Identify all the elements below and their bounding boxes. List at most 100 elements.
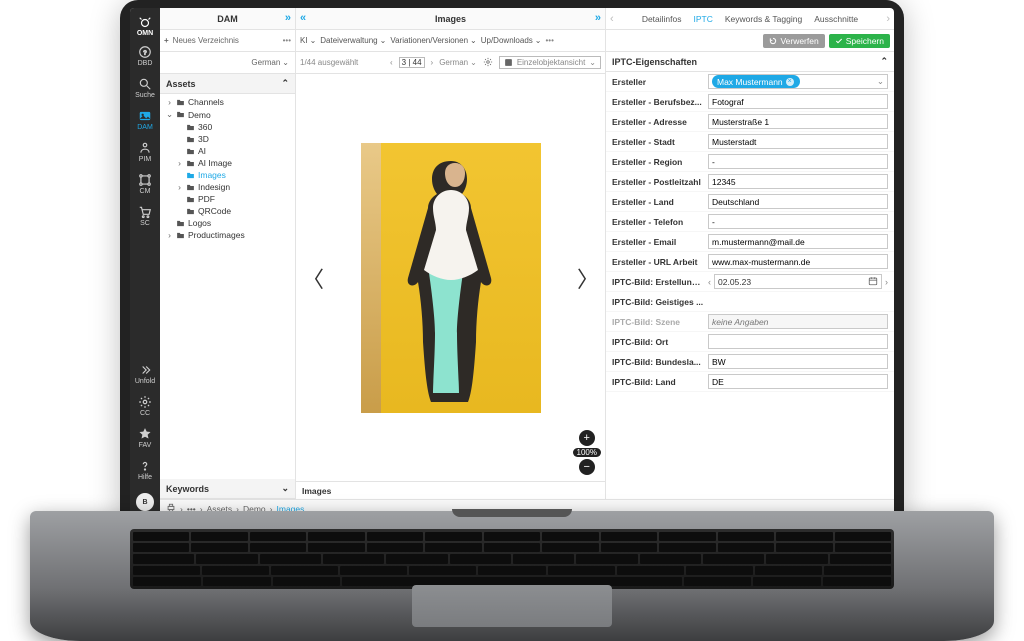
tree-node[interactable]: 360 [160, 121, 295, 133]
date-input[interactable]: 02.05.23 [714, 274, 882, 289]
property-input[interactable] [708, 234, 888, 249]
iptc-section-header[interactable]: IPTC-Eigenschaften⌃ [606, 52, 894, 72]
page-next-icon[interactable]: › [431, 58, 434, 67]
rail-cm[interactable]: CM [130, 169, 160, 201]
tree-node[interactable]: PDF [160, 193, 295, 205]
property-row: IPTC-Bild: Land [606, 372, 894, 392]
property-input[interactable] [708, 334, 888, 349]
iptc-properties: ErstellerMax Mustermann×⌄Ersteller - Ber… [606, 72, 894, 499]
zoom-out-button[interactable]: − [579, 459, 595, 475]
rail-pim[interactable]: PIM [130, 137, 160, 169]
add-icon[interactable]: + [164, 36, 169, 45]
new-directory-button[interactable]: Neues Verzeichnis [173, 36, 239, 45]
tree-node[interactable]: ›AI Image [160, 157, 295, 169]
expand-icon: ⌄ [281, 483, 289, 494]
view-mode-select[interactable]: Einzelobjektansicht⌄ [499, 56, 601, 69]
property-row: Ersteller - Adresse [606, 112, 894, 132]
property-label: IPTC-Bild: Bundesla... [612, 357, 704, 367]
mid-footer: Images [296, 481, 605, 499]
property-input[interactable] [708, 374, 888, 389]
keywords-panel-header[interactable]: Keywords⌄ [160, 479, 295, 499]
save-button[interactable]: Speichern [829, 34, 890, 48]
tab-detailinfos[interactable]: Detailinfos [637, 14, 687, 24]
rail-dbd[interactable]: ?DBD [130, 41, 160, 73]
discard-button[interactable]: Verwerfen [763, 34, 824, 48]
property-row: IPTC-Bild: Bundesla... [606, 352, 894, 372]
property-label: Ersteller - Region [612, 157, 704, 167]
rail-hilfe[interactable]: Hilfe [130, 455, 160, 487]
calendar-icon[interactable] [868, 276, 878, 288]
prev-image-button[interactable]: 〈 [302, 262, 324, 294]
remove-chip-icon[interactable]: × [786, 78, 794, 86]
property-input[interactable] [708, 114, 888, 129]
page-prev-icon[interactable]: ‹ [390, 58, 393, 67]
collapse-left-icon[interactable]: » [285, 12, 291, 24]
property-label: Ersteller - Postleitzahl [612, 177, 704, 187]
tree-node[interactable]: AI [160, 145, 295, 157]
creator-chip[interactable]: Max Mustermann× [712, 75, 800, 88]
property-input[interactable] [708, 94, 888, 109]
chevron-down-icon[interactable]: ⌄ [877, 76, 884, 87]
brand-logo: OMN [137, 12, 153, 41]
property-label: Ersteller - Stadt [612, 137, 704, 147]
date-next-icon[interactable]: › [885, 277, 888, 287]
rail-fav[interactable]: FAV [130, 423, 160, 455]
tabs-next-icon[interactable]: › [886, 13, 890, 25]
tree-node[interactable]: ›Productimages [160, 229, 295, 241]
preview-image[interactable] [361, 143, 541, 413]
tree-node[interactable]: ›Channels [160, 96, 295, 108]
property-input[interactable] [708, 214, 888, 229]
tab-ausschnitte[interactable]: Ausschnitte [809, 14, 863, 24]
rail-dam[interactable]: DAM [130, 105, 160, 137]
tree-node[interactable]: ⌄Demo [160, 108, 295, 121]
toolbar-menu[interactable]: Variationen/Versionen⌄ [390, 36, 476, 45]
property-row: Ersteller - Land [606, 192, 894, 212]
language-select-mid[interactable]: German⌄ [439, 58, 477, 67]
property-label: IPTC-Bild: Ort [612, 337, 704, 347]
tree-node[interactable]: Images [160, 169, 295, 181]
tree-node[interactable]: QRCode [160, 205, 295, 217]
property-input[interactable] [708, 354, 888, 369]
rail-unfold[interactable]: Unfold [130, 359, 160, 391]
folder-tree: ›Channels⌄Demo3603DAI›AI ImageImages›Ind… [160, 94, 295, 479]
date-prev-icon[interactable]: ‹ [708, 277, 711, 287]
rail-sc[interactable]: SC [130, 201, 160, 233]
property-row: Ersteller - Region [606, 152, 894, 172]
chevron-down-icon: ⌄ [535, 36, 542, 45]
tree-node[interactable]: 3D [160, 133, 295, 145]
property-input[interactable] [708, 174, 888, 189]
tabs-prev-icon[interactable]: ‹ [610, 13, 614, 25]
property-label: Ersteller - Email [612, 237, 704, 247]
page-indicator[interactable]: 3 | 44 [399, 57, 425, 68]
gear-icon[interactable] [483, 57, 493, 69]
tree-node[interactable]: Logos [160, 217, 295, 229]
chevron-down-icon: ⌄ [470, 36, 477, 45]
zoom-in-button[interactable]: + [579, 430, 595, 446]
right-tabs: ‹ DetailinfosIPTCKeywords & TaggingAussc… [606, 8, 894, 30]
property-input[interactable] [708, 194, 888, 209]
mid-title: Images [435, 14, 466, 24]
user-avatar[interactable]: B [136, 493, 154, 511]
property-input[interactable] [708, 134, 888, 149]
toolbar-menu[interactable]: Dateiverwaltung⌄ [320, 36, 386, 45]
chevron-down-icon: ⌄ [282, 58, 289, 67]
tab-keywords-tagging[interactable]: Keywords & Tagging [720, 14, 807, 24]
collapse-mid-icon[interactable]: » [595, 12, 601, 24]
toolbar-menu[interactable]: Up/Downloads⌄ [481, 36, 542, 45]
property-input[interactable] [708, 154, 888, 169]
property-row: Ersteller - Stadt [606, 132, 894, 152]
toolbar-more-icon[interactable]: ••• [545, 36, 553, 45]
tree-node[interactable]: ›Indesign [160, 181, 295, 193]
property-input[interactable] [708, 254, 888, 269]
collapse-icon: ⌃ [880, 56, 888, 67]
property-row: ErstellerMax Mustermann×⌄ [606, 72, 894, 92]
assets-panel-header[interactable]: Assets⌃ [160, 74, 295, 94]
language-select-left[interactable]: German [251, 58, 280, 67]
rail-suche[interactable]: Suche [130, 73, 160, 105]
toolbar-menu[interactable]: KI⌄ [300, 36, 316, 45]
tab-iptc[interactable]: IPTC [689, 14, 718, 24]
rail-cc[interactable]: CC [130, 391, 160, 423]
more-icon[interactable]: ••• [283, 36, 291, 45]
next-image-button[interactable]: 〉 [577, 262, 599, 294]
expand-left-icon[interactable]: « [300, 12, 306, 24]
